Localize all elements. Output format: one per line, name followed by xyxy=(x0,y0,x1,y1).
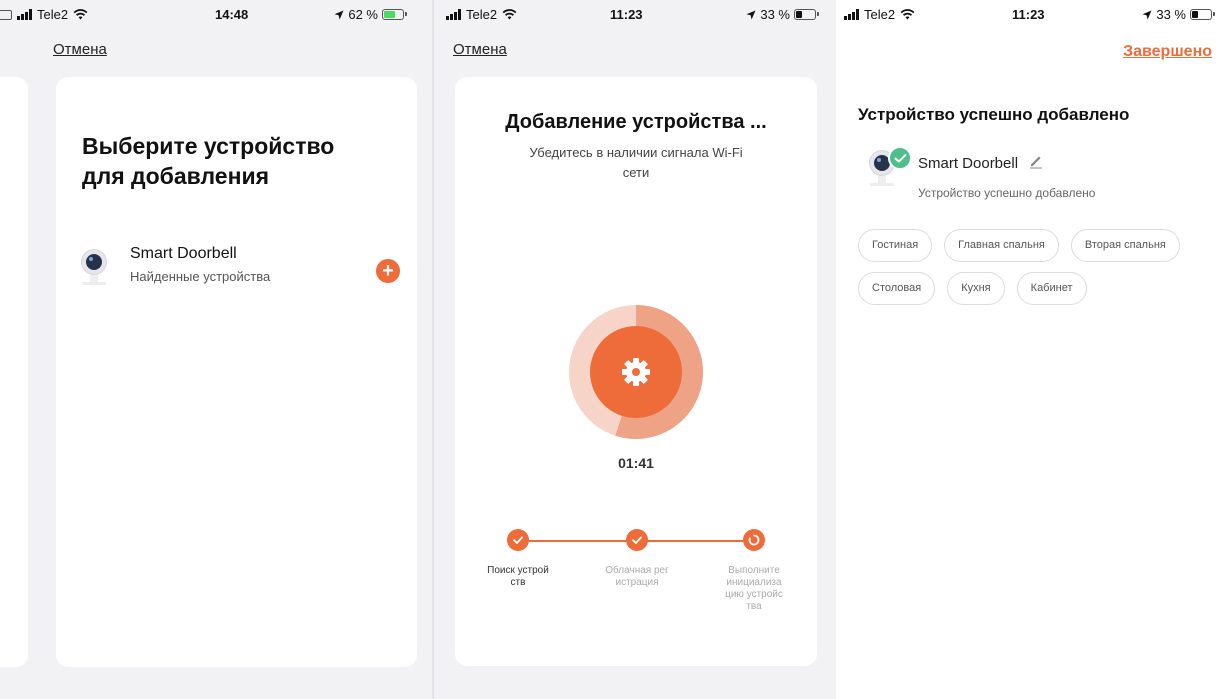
device-status: Устройство успешно добавлено xyxy=(918,186,1096,200)
signal-icon xyxy=(844,9,859,20)
page-title: Выберите устройство для добавления xyxy=(82,133,335,189)
battery-fragment-icon xyxy=(0,9,12,20)
countdown-timer: 01:41 xyxy=(618,455,654,471)
battery-icon xyxy=(794,9,819,20)
status-right: 62 % xyxy=(334,7,407,22)
room-chips: Гостиная Главная спальня Вторая спальня … xyxy=(858,229,1208,305)
status-left: Tele2 xyxy=(0,7,88,22)
signal-icon xyxy=(17,9,32,20)
progress-ring xyxy=(569,305,703,439)
room-chip[interactable]: Главная спальня xyxy=(944,229,1059,262)
status-time: 11:23 xyxy=(610,7,643,22)
battery-percent: 62 % xyxy=(348,7,378,22)
screen-select-device: Tele2 14:48 62 % Отмена Выберите устройс… xyxy=(0,0,432,699)
location-arrow-icon xyxy=(746,10,756,19)
page-title: Устройство успешно добавлено xyxy=(858,105,1130,124)
signal-icon xyxy=(446,9,461,20)
adding-device-card: Добавление устройства ... Убедитесь в на… xyxy=(455,77,817,666)
device-name: Smart Doorbell xyxy=(130,245,237,262)
status-left: Tele2 xyxy=(844,7,915,22)
status-bar: Tele2 11:23 33 % xyxy=(836,0,1226,28)
battery-charging-icon xyxy=(382,9,407,20)
status-time: 14:48 xyxy=(215,7,249,22)
previous-card-edge xyxy=(0,77,28,667)
status-time: 11:23 xyxy=(1012,7,1045,22)
carrier-name: Tele2 xyxy=(466,7,498,22)
success-check-icon xyxy=(888,146,912,170)
step-3-label: Выполните инициализацию устройства xyxy=(725,565,783,612)
done-link[interactable]: Завершено xyxy=(1123,43,1212,61)
cancel-link[interactable]: Отмена xyxy=(453,41,507,58)
wifi-icon xyxy=(900,9,915,20)
gear-icon xyxy=(622,358,650,386)
camera-icon xyxy=(80,249,108,289)
carrier-name: Tele2 xyxy=(37,7,69,22)
wifi-icon xyxy=(502,9,517,20)
device-name-row: Smart Doorbell xyxy=(918,153,1044,173)
location-arrow-icon xyxy=(334,10,344,19)
room-chip[interactable]: Кабинет xyxy=(1016,272,1087,305)
plus-circle-icon[interactable]: + xyxy=(376,259,400,283)
step-2-label: Облачная регистрация xyxy=(605,565,669,588)
status-right: 33 % xyxy=(746,7,819,22)
battery-percent: 33 % xyxy=(1156,7,1186,22)
wifi-hint: Убедитесь в наличии сигнала Wi-Fi сети xyxy=(529,145,743,180)
status-bar: Tele2 11:23 33 % xyxy=(434,0,830,28)
carrier-name: Tele2 xyxy=(864,7,896,22)
device-subtitle: Найденные устройства xyxy=(130,269,271,284)
status-left: Tele2 xyxy=(446,7,517,22)
step-3-loading-icon xyxy=(743,529,765,551)
screen-device-added: Tele2 11:23 33 % Завершено Устройство ус… xyxy=(836,0,1226,699)
status-right: 33 % xyxy=(1142,7,1215,22)
pencil-icon[interactable] xyxy=(1028,153,1044,173)
wifi-icon xyxy=(73,9,88,20)
status-bar: Tele2 14:48 62 % xyxy=(0,0,432,28)
room-chip[interactable]: Столовая xyxy=(858,272,936,305)
page-title: Добавление устройства ... xyxy=(505,111,767,133)
room-chip[interactable]: Кухня xyxy=(947,272,1005,305)
step-1-label: Поиск устройств xyxy=(487,565,549,588)
battery-percent: 33 % xyxy=(760,7,790,22)
battery-icon xyxy=(1190,9,1215,20)
step-2-check-icon xyxy=(626,529,648,551)
location-arrow-icon xyxy=(1142,10,1152,19)
step-1-check-icon xyxy=(507,529,529,551)
device-list-item[interactable]: Smart Doorbell Найденные устройства + xyxy=(80,245,400,295)
select-device-card: Выберите устройство для добавления Smart… xyxy=(56,77,417,667)
room-chip[interactable]: Гостиная xyxy=(858,229,933,262)
screen-adding-device: Tele2 11:23 33 % Отмена Добавление устро… xyxy=(434,0,830,699)
device-name: Smart Doorbell xyxy=(918,154,1019,172)
cancel-link[interactable]: Отмена xyxy=(53,41,107,58)
room-chip[interactable]: Вторая спальня xyxy=(1070,229,1180,262)
